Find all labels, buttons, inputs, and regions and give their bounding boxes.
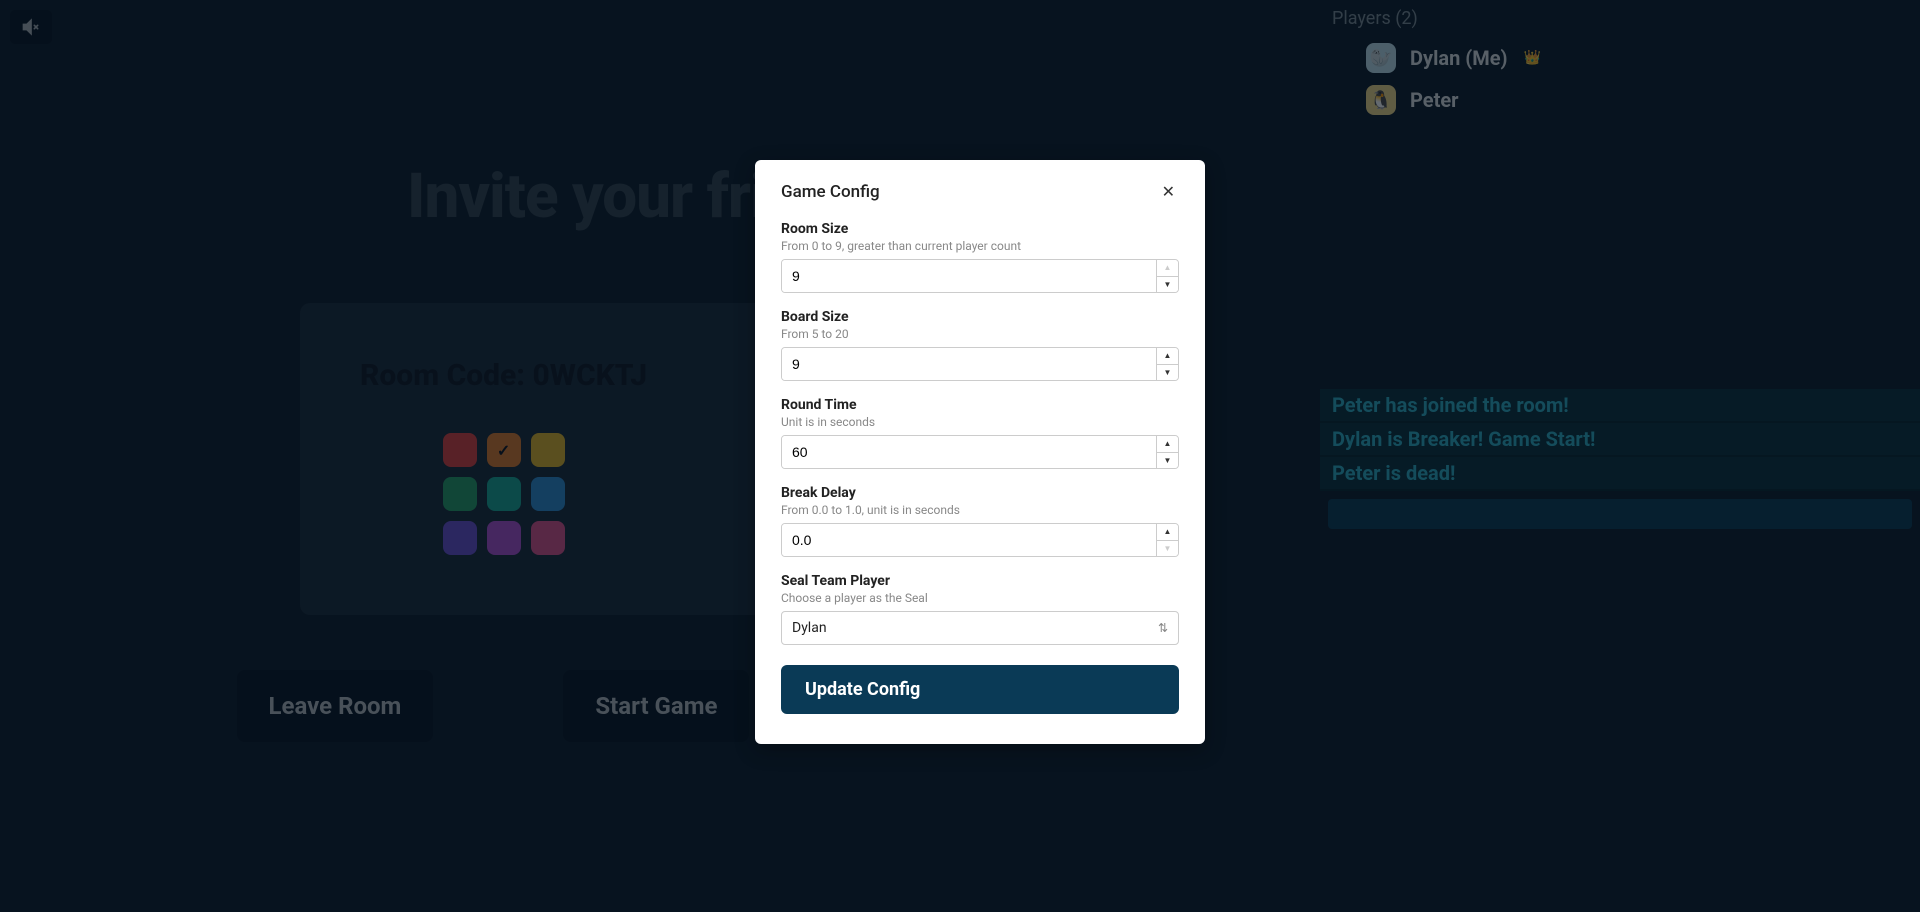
- seal-player-select[interactable]: Dylan ⇅: [781, 611, 1179, 645]
- field-label: Round Time: [781, 397, 1179, 413]
- breakDelay-input[interactable]: [782, 524, 1156, 556]
- update-config-button[interactable]: Update Config: [781, 665, 1179, 714]
- number-input-roundTime: ▲ ▼: [781, 435, 1179, 469]
- spinner: ▲ ▼: [1156, 348, 1178, 380]
- field-help: From 0.0 to 1.0, unit is in seconds: [781, 503, 1179, 517]
- step-up-icon[interactable]: ▲: [1157, 436, 1178, 453]
- modal-title: Game Config: [781, 182, 880, 202]
- spinner: ▲ ▼: [1156, 524, 1178, 556]
- spinner: ▲ ▼: [1156, 436, 1178, 468]
- spinner: ▲ ▼: [1156, 260, 1178, 292]
- number-input-boardSize: ▲ ▼: [781, 347, 1179, 381]
- field-label: Break Delay: [781, 485, 1179, 501]
- boardSize-input[interactable]: [782, 348, 1156, 380]
- step-up-icon: ▲: [1157, 260, 1178, 277]
- field-help: From 0 to 9, greater than current player…: [781, 239, 1179, 253]
- step-up-icon[interactable]: ▲: [1157, 524, 1178, 541]
- field-label: Room Size: [781, 221, 1179, 237]
- form-group-roomSize: Room Size From 0 to 9, greater than curr…: [781, 221, 1179, 293]
- close-icon[interactable]: ✕: [1158, 180, 1179, 203]
- form-group-boardSize: Board Size From 5 to 20 ▲ ▼: [781, 309, 1179, 381]
- step-down-icon[interactable]: ▼: [1157, 453, 1178, 469]
- number-input-breakDelay: ▲ ▼: [781, 523, 1179, 557]
- form-group-sealPlayer: Seal Team Player Choose a player as the …: [781, 573, 1179, 645]
- step-up-icon[interactable]: ▲: [1157, 348, 1178, 365]
- step-down-icon: ▼: [1157, 541, 1178, 557]
- field-help: Choose a player as the Seal: [781, 591, 1179, 605]
- roundTime-input[interactable]: [782, 436, 1156, 468]
- form-group-breakDelay: Break Delay From 0.0 to 1.0, unit is in …: [781, 485, 1179, 557]
- field-label: Board Size: [781, 309, 1179, 325]
- roomSize-input[interactable]: [782, 260, 1156, 292]
- field-help: Unit is in seconds: [781, 415, 1179, 429]
- form-group-roundTime: Round Time Unit is in seconds ▲ ▼: [781, 397, 1179, 469]
- step-down-icon[interactable]: ▼: [1157, 365, 1178, 381]
- select-value: Dylan: [792, 620, 827, 636]
- game-config-modal: Game Config ✕ Room Size From 0 to 9, gre…: [755, 160, 1205, 744]
- number-input-roomSize: ▲ ▼: [781, 259, 1179, 293]
- field-label: Seal Team Player: [781, 573, 1179, 589]
- modal-header: Game Config ✕: [781, 180, 1179, 203]
- field-help: From 5 to 20: [781, 327, 1179, 341]
- modal-form: Room Size From 0 to 9, greater than curr…: [781, 221, 1179, 645]
- chevron-updown-icon: ⇅: [1158, 622, 1168, 634]
- step-down-icon[interactable]: ▼: [1157, 277, 1178, 293]
